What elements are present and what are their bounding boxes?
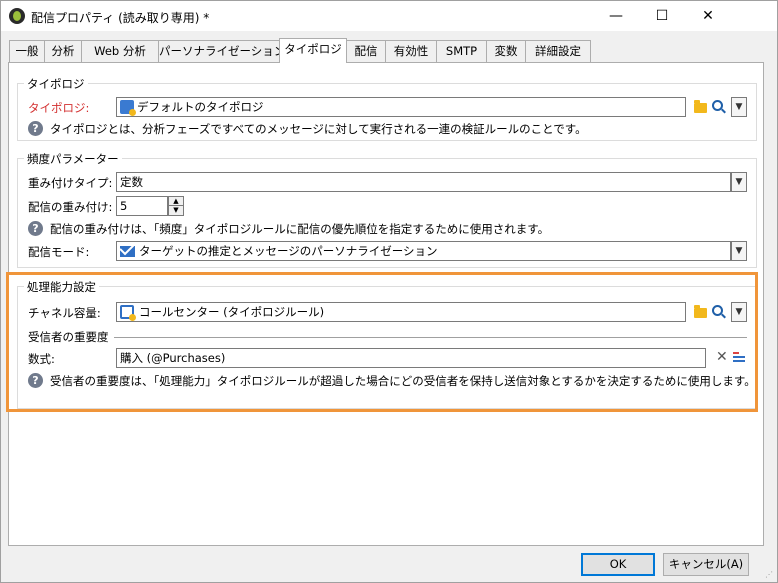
tab-web-analytics[interactable]: Web 分析 xyxy=(81,40,159,62)
tab-smtp[interactable]: SMTP xyxy=(436,40,487,62)
typology-label: タイポロジ: xyxy=(28,101,90,115)
typology-help-text: タイポロジとは、分析フェーズですべてのメッセージに対して実行される一連の検証ルー… xyxy=(50,122,587,136)
frequency-group: 頻度パラメーター 重み付けタイプ: 定数 ▼ 配信の重み付け: 5 ▲ ▼ ? … xyxy=(17,151,757,268)
chevron-down-icon[interactable]: ▼ xyxy=(731,241,747,261)
cancel-button[interactable]: キャンセル(A) xyxy=(663,553,749,576)
typology-icon xyxy=(120,100,136,116)
spin-up-icon[interactable]: ▲ xyxy=(169,197,183,206)
help-icon: ? xyxy=(28,221,43,236)
tab-delivery[interactable]: 配信 xyxy=(346,40,386,62)
tab-advanced[interactable]: 詳細設定 xyxy=(525,40,591,62)
window-title: 配信プロパティ (読み取り専用) * xyxy=(31,11,210,25)
title-bar: 配信プロパティ (読み取り専用) * — ☐ ✕ xyxy=(1,1,777,31)
mail-icon xyxy=(120,246,135,257)
delivery-mode-label: 配信モード: xyxy=(28,245,90,259)
group-title: 頻度パラメーター xyxy=(24,151,122,167)
resize-grip-icon[interactable]: ⋰ xyxy=(765,570,775,580)
delivery-mode-select[interactable]: ターゲットの推定とメッセージのパーソナライゼーション xyxy=(116,241,731,261)
group-title: タイポロジ xyxy=(24,76,88,92)
app-icon xyxy=(9,8,25,24)
tab-typology[interactable]: タイポロジ xyxy=(279,38,347,63)
tab-validity[interactable]: 有効性 xyxy=(385,40,437,62)
spin-down-icon[interactable]: ▼ xyxy=(169,206,183,215)
typology-field[interactable]: デフォルトのタイポロジ xyxy=(116,97,686,117)
search-icon[interactable] xyxy=(712,100,723,111)
ok-button[interactable]: OK xyxy=(581,553,655,576)
help-icon: ? xyxy=(28,121,43,136)
tab-personalization[interactable]: パーソナライゼーション xyxy=(158,40,285,62)
weight-stepper[interactable]: ▲ ▼ xyxy=(168,196,184,216)
minimize-button[interactable]: — xyxy=(593,1,639,31)
close-button[interactable]: ✕ xyxy=(685,1,731,31)
tab-general[interactable]: 一般 xyxy=(9,40,45,62)
highlight-box xyxy=(6,272,758,412)
chevron-down-icon[interactable]: ▼ xyxy=(731,97,747,117)
weight-label: 配信の重み付け: xyxy=(28,200,113,214)
tab-variables[interactable]: 変数 xyxy=(486,40,526,62)
weight-type-label: 重み付けタイプ: xyxy=(28,176,113,190)
tab-analysis[interactable]: 分析 xyxy=(44,40,82,62)
weight-input[interactable]: 5 xyxy=(116,196,168,216)
weight-help-text: 配信の重み付けは、「頻度」タイポロジルールに配信の優先順位を指定するために使用さ… xyxy=(50,222,550,236)
weight-type-select[interactable]: 定数 xyxy=(116,172,731,192)
typology-group: タイポロジ タイポロジ: デフォルトのタイポロジ ▼ ? タイポロジとは、分析フ… xyxy=(17,76,757,141)
maximize-button[interactable]: ☐ xyxy=(639,1,685,31)
chevron-down-icon[interactable]: ▼ xyxy=(731,172,747,192)
folder-icon[interactable] xyxy=(694,100,707,113)
dialog-window: 配信プロパティ (読み取り専用) * — ☐ ✕ 一般 分析 Web 分析 パー… xyxy=(0,0,778,583)
